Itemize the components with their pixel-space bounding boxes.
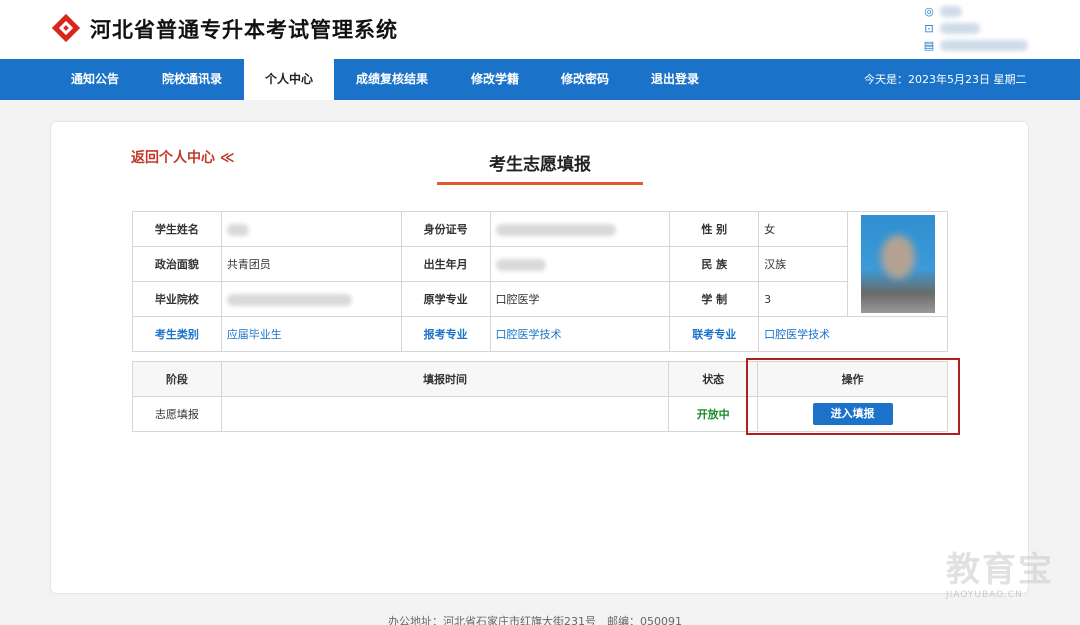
photo-cell <box>847 211 948 317</box>
status-header: 状态 <box>668 361 759 397</box>
politics-label: 政治面貌 <box>132 246 222 282</box>
highlight-box <box>746 358 960 435</box>
gender-label: 性 别 <box>669 211 760 247</box>
student-photo <box>860 215 935 313</box>
diamond-logo-icon <box>51 13 81 43</box>
nav-score-review[interactable]: 成绩复核结果 <box>340 59 444 100</box>
nav-logout[interactable]: 退出登录 <box>630 59 720 100</box>
date-display: 今天是：2023年5月23日 星期二 <box>864 73 1027 86</box>
school-label: 毕业院校 <box>132 281 222 317</box>
title-underline <box>437 182 643 185</box>
stage-value: 志愿填报 <box>132 396 222 432</box>
major-value: 口腔医学 <box>489 281 671 317</box>
apply-major-label: 报考专业 <box>400 316 491 352</box>
lock-icon: ⊡ <box>924 21 934 35</box>
category-label: 考生类别 <box>132 316 222 352</box>
years-value: 3 <box>758 281 848 317</box>
main-card: 返回个人中心 ≪ 考生志愿填报 学生姓名 身份证号 性 别 女 政治面貌 共青团… <box>50 121 1029 594</box>
joint-major-label: 联考专业 <box>669 316 760 352</box>
main-nav: 通知公告 院校通讯录 个人中心 成绩复核结果 修改学籍 修改密码 退出登录 今天… <box>0 59 1080 100</box>
nav-personal-center[interactable]: 个人中心 <box>244 59 334 100</box>
watermark-url: JIAOYUBAO.CN <box>946 590 1023 600</box>
watermark: 教育宝 JIAOYUBAO.CN <box>946 550 1058 600</box>
joint-major-value: 口腔医学技术 <box>758 316 948 352</box>
header: 河北省普通专升本考试管理系统 ◎ ⊡ ▤ <box>0 0 1080 59</box>
gender-value: 女 <box>758 211 848 247</box>
site-title: 河北省普通专升本考试管理系统 <box>90 18 398 42</box>
footer-address: 办公地址：河北省石家庄市红旗大街231号 邮编：050091 <box>388 615 682 625</box>
nav-notice[interactable]: 通知公告 <box>50 59 140 100</box>
time-header: 填报时间 <box>220 361 670 397</box>
nav-change-password[interactable]: 修改密码 <box>540 59 630 100</box>
politics-value: 共青团员 <box>220 246 402 282</box>
id-label: 身份证号 <box>400 211 491 247</box>
nav-edit-record[interactable]: 修改学籍 <box>450 59 540 100</box>
stage-header: 阶段 <box>132 361 222 397</box>
page-title: 考生志愿填报 <box>489 155 591 175</box>
school-value <box>220 281 402 317</box>
name-value <box>220 211 402 247</box>
apply-major-value: 口腔医学技术 <box>489 316 671 352</box>
watermark-logo: 教育宝 <box>946 550 1054 590</box>
user-icon: ◎ <box>924 4 934 18</box>
status-badge: 开放中 <box>668 396 759 432</box>
nav-school-directory[interactable]: 院校通讯录 <box>140 59 244 100</box>
major-label: 原学专业 <box>400 281 491 317</box>
years-label: 学 制 <box>669 281 760 317</box>
category-value: 应届毕业生 <box>220 316 402 352</box>
user-info: ◎ ⊡ ▤ <box>922 3 1032 55</box>
student-info-table: 学生姓名 身份证号 性 别 女 政治面貌 共青团员 出生年月 民 族 汉族 毕业… <box>132 211 948 352</box>
time-value <box>220 396 670 432</box>
birth-label: 出生年月 <box>400 246 491 282</box>
ethnic-label: 民 族 <box>669 246 760 282</box>
back-link[interactable]: 返回个人中心 ≪ <box>131 147 235 167</box>
birth-value <box>489 246 671 282</box>
id-icon: ▤ <box>923 38 935 52</box>
ethnic-value: 汉族 <box>758 246 848 282</box>
name-label: 学生姓名 <box>132 211 222 247</box>
id-value <box>489 211 671 247</box>
